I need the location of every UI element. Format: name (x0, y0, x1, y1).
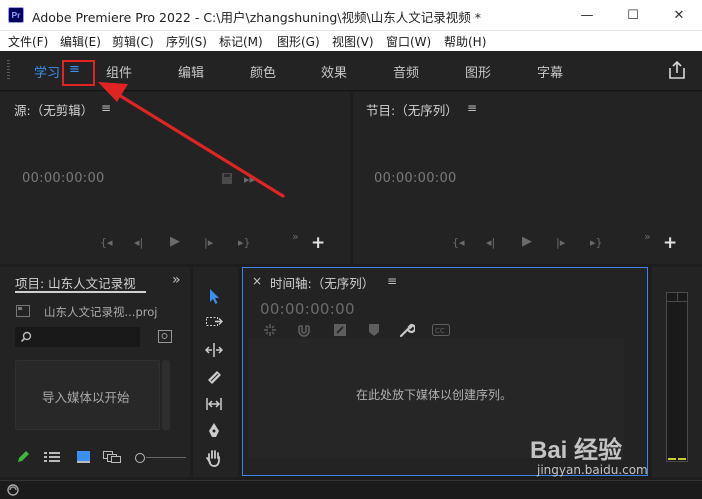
hand-icon (206, 450, 220, 467)
program-button-editor-icon[interactable]: + (663, 233, 677, 253)
program-play-icon[interactable]: ▶ (522, 234, 532, 249)
menu-clip[interactable]: 剪辑(C) (112, 33, 154, 50)
nest-sequence-icon[interactable] (263, 323, 277, 337)
tab-audio[interactable]: 音频 (393, 62, 419, 81)
slip-tool[interactable] (200, 393, 228, 415)
ripple-edit-tool[interactable] (200, 339, 228, 361)
source-timecode[interactable]: 00:00:00:00 (22, 171, 105, 186)
timeline-close-icon[interactable]: × (252, 274, 262, 288)
pen-tool[interactable] (200, 420, 228, 442)
tab-color[interactable]: 颜色 (250, 62, 276, 81)
tab-captions[interactable]: 字幕 (537, 62, 563, 81)
project-panel-overflow-icon[interactable]: » (172, 272, 181, 288)
project-file-name: 山东人文记录视...proj (44, 305, 158, 319)
menu-bar: 文件(F) 编辑(E) 剪辑(C) 序列(S) 标记(M) 图形(G) 视图(V… (0, 31, 702, 51)
program-mark-in-icon[interactable]: {◂ (452, 236, 465, 249)
window-title: Adobe Premiere Pro 2022 - C:\用户\zhangshu… (32, 10, 481, 25)
step-forward-icon[interactable]: |▸ (204, 236, 213, 249)
step-back-icon[interactable]: ◂| (134, 236, 143, 249)
track-select-icon (206, 317, 223, 326)
ripple-edit-icon (205, 343, 223, 357)
zoom-slider-handle[interactable] (135, 453, 145, 463)
project-panel-title[interactable]: 项目: 山东人文记录视 (15, 273, 136, 292)
snap-magnet-icon[interactable] (297, 323, 311, 337)
window-title-bar: Pr Adobe Premiere Pro 2022 - C:\用户\zhang… (0, 0, 702, 31)
tab-assembly[interactable]: 组件 (106, 62, 132, 81)
program-panel-menu-icon[interactable]: ≡ (467, 101, 477, 115)
source-more-controls-icon[interactable]: » (292, 230, 299, 243)
baidu-watermark-url: jingyan.baidu.com (537, 463, 648, 477)
pencil-write-icon[interactable] (16, 450, 30, 464)
search-icon (20, 331, 32, 343)
workspace-bar: 学习 ≡ 组件 编辑 颜色 效果 音频 图形 字幕 (0, 51, 702, 91)
menu-graphics[interactable]: 图形(G) (277, 33, 320, 50)
source-button-editor-icon[interactable]: + (311, 233, 325, 253)
timeline-drop-hint: 在此处放下媒体以创建序列。 (356, 388, 513, 402)
menu-sequence[interactable]: 序列(S) (166, 33, 207, 50)
slip-icon (206, 398, 222, 410)
track-select-tool[interactable] (200, 311, 228, 333)
list-view-icon[interactable] (44, 451, 60, 463)
status-bar (0, 480, 702, 499)
razor-icon (208, 371, 221, 384)
pen-icon (209, 423, 219, 437)
timeline-panel-menu-icon[interactable]: ≡ (387, 274, 397, 288)
find-icon[interactable] (158, 330, 172, 343)
source-panel-title[interactable]: 源:（无剪辑） (14, 100, 93, 119)
export-frame-icon[interactable] (221, 172, 233, 185)
program-more-controls-icon[interactable]: » (644, 230, 651, 243)
timeline-panel-title[interactable]: 时间轴:（无序列） (270, 273, 374, 292)
audio-level-meter (666, 292, 688, 462)
wrench-settings-icon[interactable] (399, 322, 415, 338)
tab-graphics[interactable]: 图形 (465, 62, 491, 81)
premiere-app-icon: Pr (8, 7, 24, 23)
hand-tool[interactable] (200, 447, 228, 469)
import-hint-text: 导入媒体以开始 (42, 390, 130, 405)
menu-edit[interactable]: 编辑(E) (60, 33, 101, 50)
program-panel-title[interactable]: 节目:（无序列） (366, 100, 458, 119)
razor-tool[interactable] (200, 366, 228, 388)
baidu-watermark-logo: Bai 经验 (530, 437, 623, 464)
menu-view[interactable]: 视图(V) (332, 33, 374, 50)
play-icon[interactable]: ▶ (170, 234, 180, 249)
menu-file[interactable]: 文件(F) (8, 33, 48, 50)
menu-window[interactable]: 窗口(W) (386, 33, 431, 50)
maximize-button[interactable]: ☐ (610, 0, 656, 31)
zoom-slider-track[interactable] (146, 457, 186, 458)
selection-tool[interactable] (200, 285, 228, 307)
program-mark-out-icon[interactable]: ▸} (590, 236, 603, 249)
import-media-drop-area[interactable]: 导入媒体以开始 (15, 360, 160, 430)
project-tab-underline (15, 291, 146, 293)
mark-in-icon[interactable]: {◂ (100, 236, 113, 249)
selection-arrow-icon (210, 289, 219, 304)
freeform-view-icon[interactable] (103, 451, 121, 463)
creative-cloud-icon[interactable] (6, 484, 20, 496)
project-search-input[interactable] (15, 327, 140, 347)
menu-markers[interactable]: 标记(M) (219, 33, 263, 50)
source-settings-icon[interactable]: ▸▸ (244, 173, 255, 186)
share-icon[interactable] (668, 60, 686, 80)
tab-learning[interactable]: 学习 (34, 62, 60, 81)
program-step-forward-icon[interactable]: |▸ (556, 236, 565, 249)
tab-effects[interactable]: 效果 (321, 62, 347, 81)
close-button[interactable]: ✕ (656, 0, 702, 31)
annotation-highlight-box (62, 60, 95, 86)
mark-out-icon[interactable]: ▸} (238, 236, 251, 249)
icon-view-icon[interactable] (77, 451, 90, 463)
tab-editing[interactable]: 编辑 (178, 62, 204, 81)
minimize-button[interactable]: — (564, 0, 610, 31)
program-step-back-icon[interactable]: ◂| (486, 236, 495, 249)
source-panel-menu-icon[interactable]: ≡ (101, 101, 111, 115)
program-timecode[interactable]: 00:00:00:00 (374, 171, 457, 186)
svg-text:CC: CC (435, 327, 445, 335)
project-file-icon (16, 305, 30, 317)
linked-selection-icon[interactable] (333, 323, 347, 337)
project-scrollbar[interactable] (162, 360, 170, 430)
captions-cc-icon[interactable]: CC (432, 324, 450, 336)
timeline-timecode[interactable]: 00:00:00:00 (260, 300, 355, 318)
add-marker-icon[interactable] (368, 323, 380, 337)
workspace-grip-handle[interactable] (7, 60, 10, 80)
menu-help[interactable]: 帮助(H) (444, 33, 486, 50)
